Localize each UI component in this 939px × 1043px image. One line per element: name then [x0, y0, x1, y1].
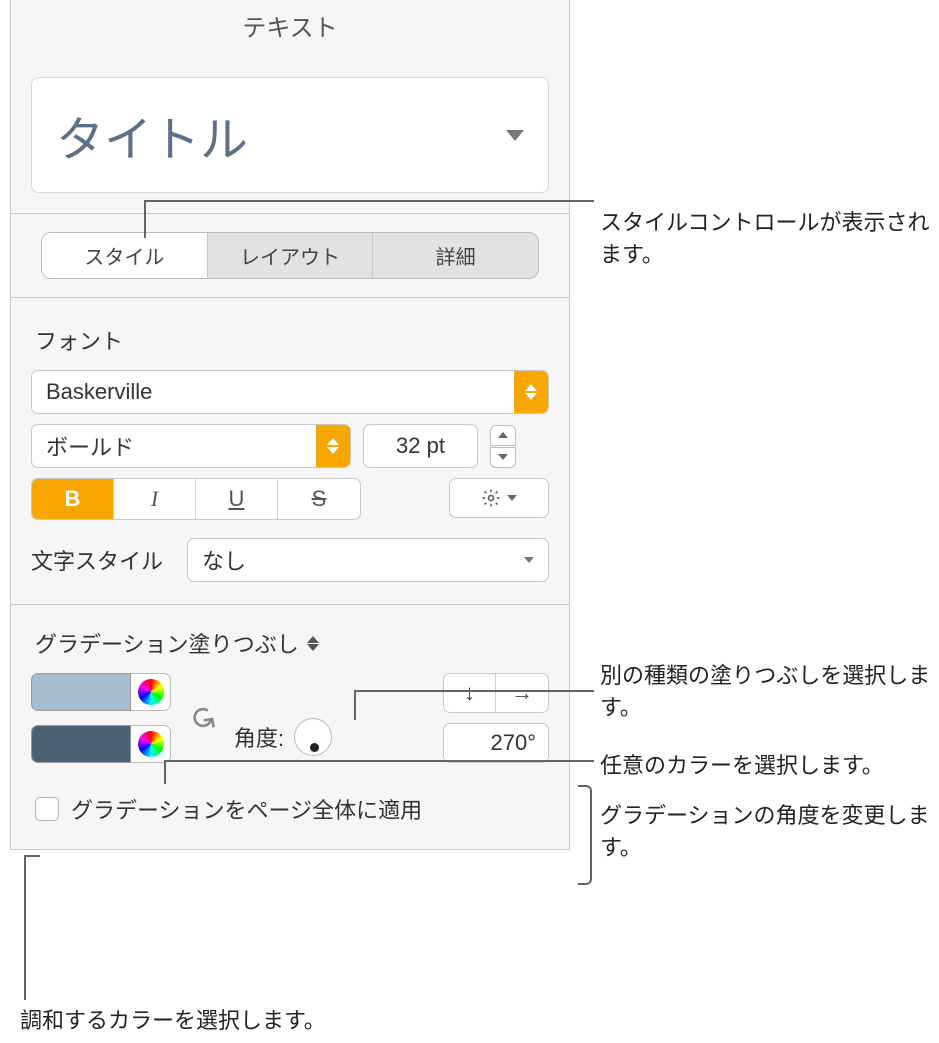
callout-lead [354, 690, 356, 720]
paragraph-style-picker[interactable]: タイトル [31, 77, 549, 193]
fill-type-select[interactable]: グラデーション塗りつぶし [35, 627, 549, 659]
bold-button[interactable]: B [32, 479, 114, 519]
tab-layout[interactable]: レイアウト [208, 233, 374, 278]
divider [11, 604, 569, 605]
advanced-options-button[interactable] [449, 478, 549, 518]
color-wheel-icon [138, 679, 164, 705]
chevron-down-icon [506, 130, 524, 141]
apply-to-page-checkbox[interactable] [35, 797, 59, 821]
swap-colors-button[interactable]: ↺ [181, 701, 223, 734]
font-family-select[interactable]: Baskerville [31, 370, 549, 414]
callout-lead [24, 855, 40, 857]
gradient-color-1-picker[interactable] [131, 673, 171, 711]
italic-button[interactable]: I [114, 479, 196, 519]
select-handle-icon [316, 425, 350, 467]
angle-dial-indicator [310, 743, 319, 752]
callout-lead [164, 760, 166, 784]
callout-lead [144, 200, 146, 238]
text-inspector-panel: テキスト タイトル スタイル レイアウト 詳細 フォント Baskerville… [10, 0, 570, 850]
font-weight-value: ボールド [32, 430, 316, 462]
font-section-title: フォント [35, 324, 549, 356]
callout-lead [24, 855, 26, 1000]
gear-icon [481, 488, 501, 508]
direction-down-button[interactable]: ↓ [444, 674, 496, 712]
gradient-direction-group: ↓ → [443, 673, 549, 713]
callout-style-controls: スタイルコントロールが表示されます。 [600, 207, 939, 271]
character-style-label: 文字スタイル [31, 544, 171, 576]
tab-group: スタイル レイアウト 詳細 [41, 232, 539, 279]
callout-lead [164, 760, 594, 762]
gradient-color-2-picker[interactable] [131, 725, 171, 763]
divider [11, 213, 569, 214]
stepper-up[interactable] [490, 425, 516, 446]
callout-angle: グラデーションの角度を変更します。 [600, 800, 939, 864]
angle-label: 角度: [234, 721, 284, 753]
gradient-color-2-well[interactable] [31, 725, 131, 763]
color-wheel-icon [138, 731, 164, 757]
callout-lead [144, 200, 594, 202]
callout-lead [354, 690, 594, 692]
callout-matching-color: 調和するカラーを選択します。 [20, 1005, 326, 1037]
tab-style[interactable]: スタイル [42, 233, 208, 278]
select-handle-icon [514, 371, 548, 413]
paragraph-style-name: タイトル [56, 100, 248, 170]
font-family-value: Baskerville [32, 379, 514, 405]
divider [11, 297, 569, 298]
tab-detail[interactable]: 詳細 [373, 233, 538, 278]
callout-fill-type: 別の種類の塗りつぶしを選択します。 [600, 660, 939, 724]
font-size-stepper[interactable] [490, 425, 516, 468]
direction-right-button[interactable]: → [496, 674, 548, 712]
fill-type-label: グラデーション塗りつぶし [35, 627, 299, 659]
character-style-value: なし [202, 544, 246, 576]
underline-button[interactable]: U [196, 479, 278, 519]
callout-bracket [578, 785, 592, 885]
updown-caret-icon [307, 636, 319, 651]
callout-any-color: 任意のカラーを選択します。 [600, 750, 884, 782]
angle-value-field[interactable]: 270° [443, 723, 549, 763]
gradient-color-1-well[interactable] [31, 673, 131, 711]
character-style-select[interactable]: なし [187, 538, 549, 582]
font-weight-select[interactable]: ボールド [31, 424, 351, 468]
stepper-down[interactable] [490, 447, 516, 468]
chevron-down-icon [507, 495, 517, 501]
chevron-down-icon [524, 557, 534, 563]
font-size-field[interactable]: 32 pt [363, 424, 478, 468]
panel-title: テキスト [11, 0, 569, 49]
strikethrough-button[interactable]: S [278, 479, 360, 519]
text-style-group: B I U S [31, 478, 361, 520]
apply-to-page-label: グラデーションをページ全体に適用 [71, 793, 422, 825]
angle-dial[interactable] [294, 718, 332, 756]
